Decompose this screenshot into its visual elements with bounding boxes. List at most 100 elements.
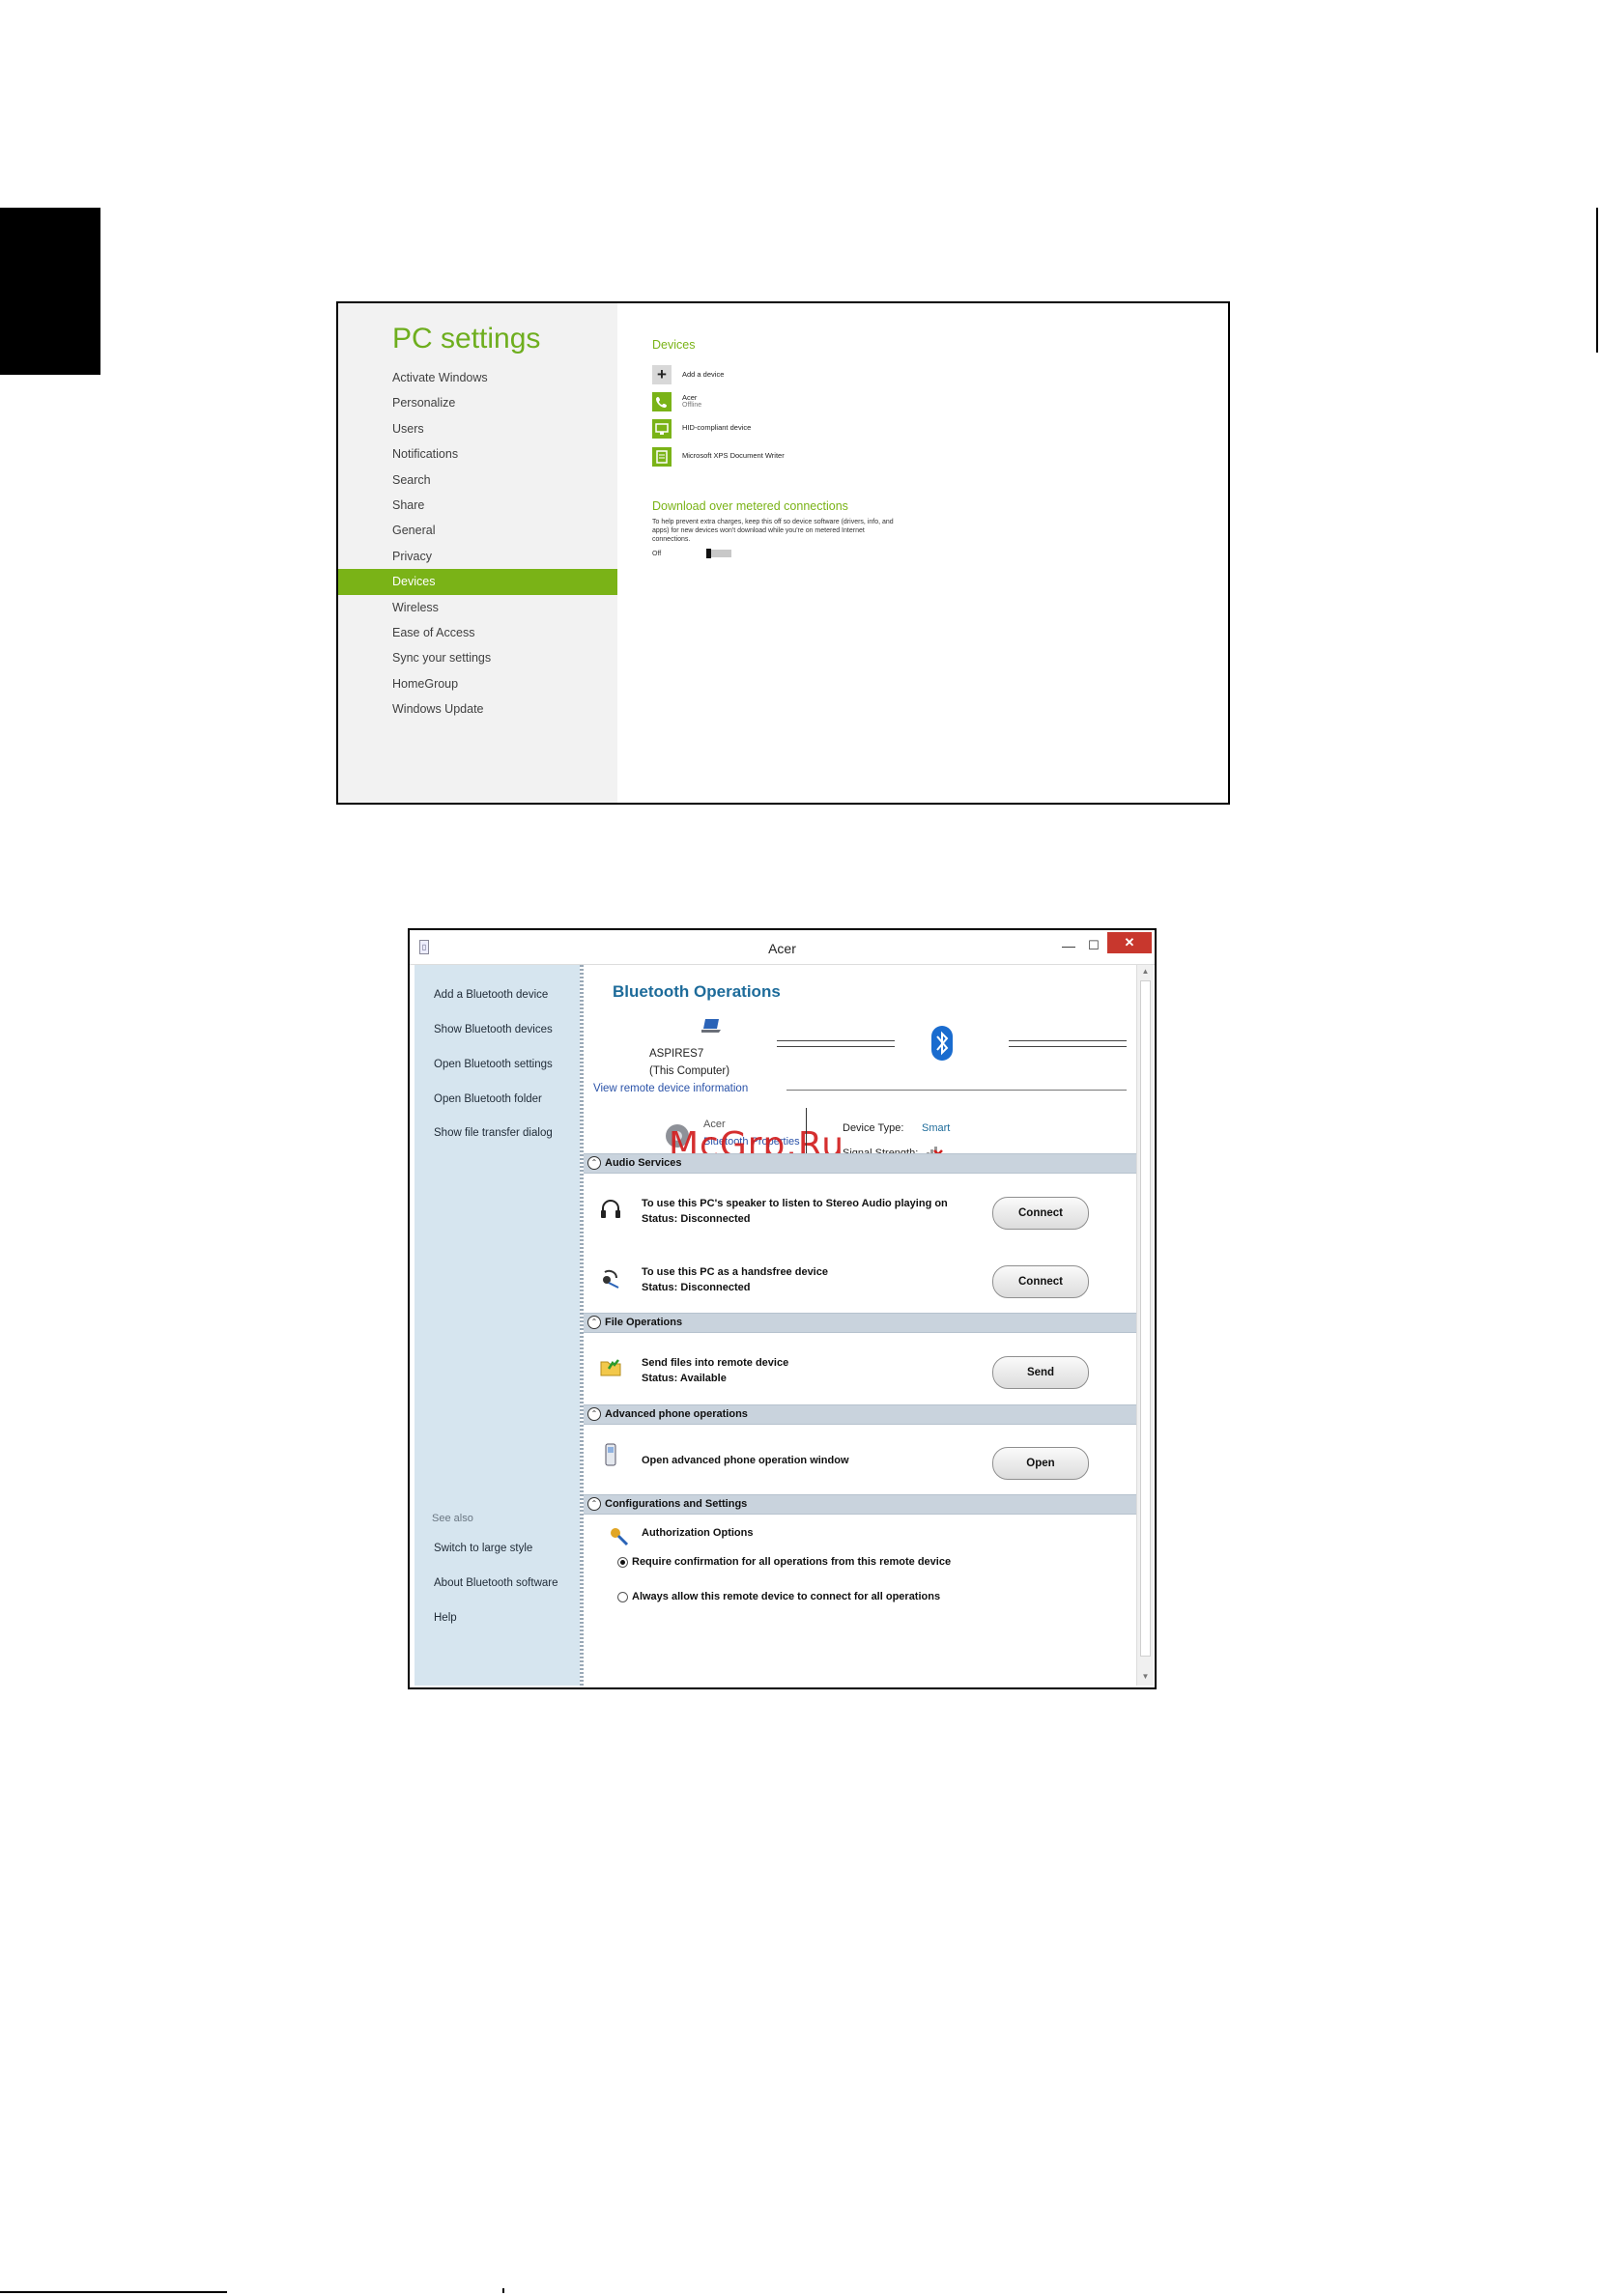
section-advanced-phone[interactable]: ⌃ Advanced phone operations (584, 1404, 1136, 1425)
pc-settings-nav: Activate Windows Personalize Users Notifica… (338, 365, 617, 722)
page-edge-line (1596, 208, 1598, 353)
hid-device-icon (652, 419, 672, 439)
send-button[interactable]: Send (992, 1356, 1089, 1389)
page-edge-tab (0, 208, 100, 375)
connection-line (1009, 1046, 1127, 1047)
bluetooth-sidebar: Add a Bluetooth device Show Bluetooth de… (415, 965, 580, 1686)
pc-settings-content: Devices + Add a device Acer Offline HID-… (617, 303, 1228, 803)
nav-item-general[interactable]: General (338, 518, 617, 543)
nav-item-ease-of-access[interactable]: Ease of Access (338, 620, 617, 645)
scroll-up-icon[interactable]: ▲ (1137, 967, 1154, 978)
toggle-state-label: Off (652, 551, 662, 557)
bluetooth-main: Bluetooth Operations ASPIRES7 (This Comp… (584, 965, 1136, 1686)
add-device-label: Add a device (682, 370, 725, 379)
minimize-button[interactable]: — (1057, 936, 1080, 955)
plus-icon: + (652, 365, 672, 384)
section-title: Configurations and Settings (605, 1498, 748, 1510)
nav-item-privacy[interactable]: Privacy (338, 544, 617, 569)
device-type-label: Device Type: (843, 1122, 904, 1134)
sidebar-item-large-style[interactable]: Switch to large style (434, 1543, 532, 1554)
connection-line (1009, 1040, 1127, 1041)
scroll-down-icon[interactable]: ▼ (1137, 1672, 1154, 1684)
nav-item-homegroup[interactable]: HomeGroup (338, 671, 617, 696)
file-row-text: Send files into remote device (642, 1357, 789, 1369)
computer-name: ASPIRES7 (649, 1048, 704, 1060)
sidebar-item-add-device[interactable]: Add a Bluetooth device (434, 989, 548, 1001)
close-button[interactable]: ✕ (1107, 932, 1152, 953)
pc-settings-title: PC settings (392, 323, 541, 354)
file-row-status: Status: Available (642, 1373, 727, 1384)
mobile-phone-icon (605, 1443, 616, 1466)
close-icon: ✕ (1124, 935, 1135, 950)
nav-item-activate-windows[interactable]: Activate Windows (338, 365, 617, 390)
toggle-knob (706, 549, 711, 558)
bluetooth-operations-heading: Bluetooth Operations (613, 982, 781, 1001)
divider-line (786, 1090, 1127, 1091)
pc-settings-sidebar: PC settings Activate Windows Personalize U… (338, 303, 617, 803)
key-shield-icon (611, 1528, 629, 1546)
connection-line (777, 1046, 895, 1047)
audio-row-text: To use this PC's speaker to listen to St… (642, 1198, 948, 1209)
metered-heading: Download over metered connections (652, 499, 848, 513)
device-status: Offline (682, 402, 702, 409)
section-configurations[interactable]: ⌃ Configurations and Settings (584, 1494, 1136, 1515)
nav-item-sync-your-settings[interactable]: Sync your settings (338, 645, 617, 670)
sidebar-item-about[interactable]: About Bluetooth software (434, 1577, 558, 1589)
open-button[interactable]: Open (992, 1447, 1089, 1480)
require-confirmation-radio[interactable] (617, 1557, 628, 1568)
folder-send-icon (600, 1359, 621, 1376)
device-type-value: Smart (922, 1122, 951, 1134)
metered-toggle[interactable] (706, 549, 731, 558)
sidebar-item-show-devices[interactable]: Show Bluetooth devices (434, 1024, 553, 1035)
section-title: Audio Services (605, 1157, 682, 1169)
pc-settings-window: PC settings Activate Windows Personalize U… (336, 301, 1230, 805)
nav-item-personalize[interactable]: Personalize (338, 390, 617, 415)
device-name: Microsoft XPS Document Writer (682, 451, 785, 460)
nav-item-windows-update[interactable]: Windows Update (338, 696, 617, 722)
section-file-operations[interactable]: ⌃ File Operations (584, 1313, 1136, 1333)
maximize-button[interactable]: ☐ (1082, 936, 1105, 955)
phone-row-text: Open advanced phone operation window (642, 1455, 849, 1466)
chevron-up-icon: ⌃ (587, 1497, 601, 1511)
section-title: File Operations (605, 1317, 683, 1328)
section-audio-services[interactable]: ⌃ Audio Services (584, 1153, 1136, 1174)
chevron-up-icon: ⌃ (587, 1156, 601, 1170)
audio-row-status: Status: Disconnected (642, 1213, 751, 1225)
device-name: Acer (682, 393, 698, 402)
sidebar-item-file-transfer[interactable]: Show file transfer dialog (434, 1127, 553, 1139)
headphones-icon (601, 1200, 620, 1218)
sidebar-item-open-settings[interactable]: Open Bluetooth settings (434, 1059, 553, 1070)
sidebar-item-open-folder[interactable]: Open Bluetooth folder (434, 1093, 542, 1105)
nav-item-notifications[interactable]: Notifications (338, 441, 617, 467)
window-title: Acer (768, 941, 796, 956)
connect-handsfree-button[interactable]: Connect (992, 1265, 1089, 1298)
see-also-label: See also (432, 1513, 473, 1524)
scrollbar-thumb[interactable] (1140, 980, 1151, 1657)
footer-tick (502, 2288, 504, 2293)
always-allow-radio[interactable] (617, 1592, 628, 1602)
always-allow-label[interactable]: Always allow this remote device to conne… (632, 1591, 940, 1602)
laptop-icon (701, 1019, 721, 1033)
devices-heading: Devices (652, 338, 696, 352)
vertical-scrollbar[interactable]: ▲ ▼ (1136, 965, 1154, 1686)
phone-icon (652, 392, 672, 411)
nav-item-search[interactable]: Search (338, 468, 617, 493)
title-bar: ▯ Acer — ☐ ✕ (410, 930, 1155, 965)
nav-item-devices[interactable]: Devices (338, 569, 617, 595)
section-title: Advanced phone operations (605, 1408, 748, 1420)
audio-row-status: Status: Disconnected (642, 1282, 751, 1293)
nav-item-share[interactable]: Share (338, 493, 617, 518)
headset-icon (603, 1269, 619, 1289)
view-remote-info-link[interactable]: View remote device information (593, 1083, 748, 1094)
sidebar-item-help[interactable]: Help (434, 1612, 457, 1624)
computer-sub: (This Computer) (649, 1065, 730, 1077)
bluetooth-icon (931, 1026, 953, 1061)
chevron-up-icon: ⌃ (587, 1316, 601, 1329)
connection-line (777, 1040, 895, 1041)
audio-row-text: To use this PC as a handsfree device (642, 1266, 828, 1278)
require-confirmation-label[interactable]: Require confirmation for all operations … (632, 1556, 951, 1568)
metered-description: To help prevent extra charges, keep this… (652, 519, 894, 543)
connect-stereo-button[interactable]: Connect (992, 1197, 1089, 1230)
nav-item-users[interactable]: Users (338, 416, 617, 441)
nav-item-wireless[interactable]: Wireless (338, 595, 617, 620)
